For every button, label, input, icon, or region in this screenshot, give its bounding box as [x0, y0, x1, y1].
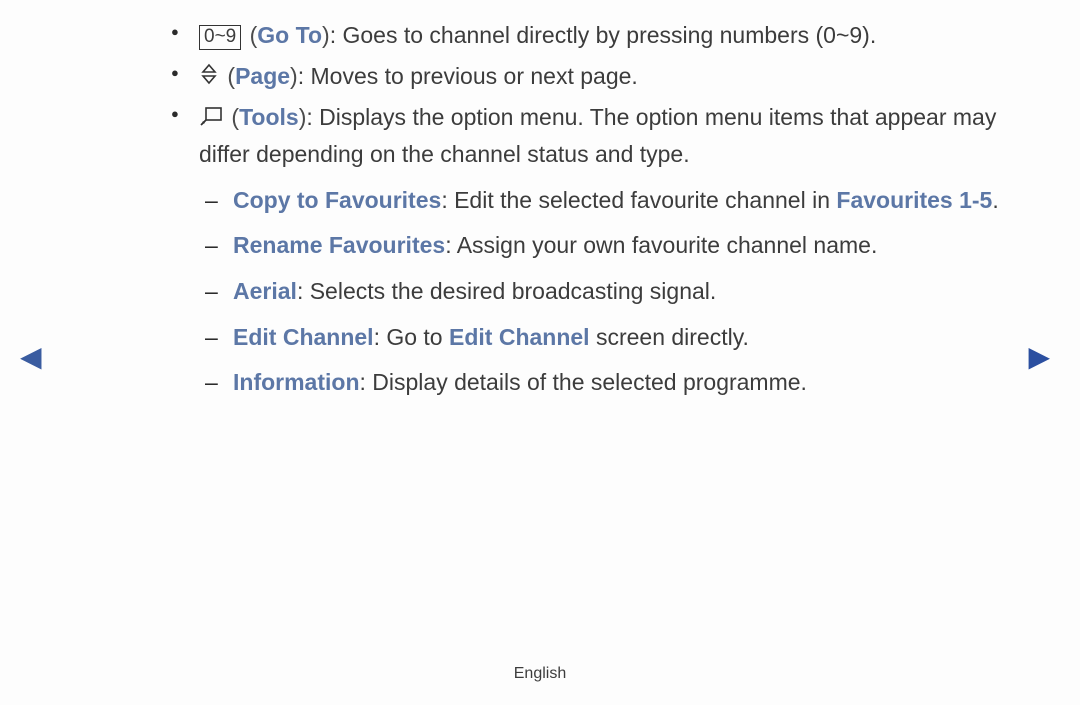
- manual-content: 0~9 (Go To): Goes to channel directly by…: [165, 18, 1005, 411]
- information-label: Information: [233, 369, 360, 395]
- favourites-link: Favourites 1-5: [836, 187, 992, 213]
- paren-close: ): [322, 22, 330, 48]
- tools-label: Tools: [239, 104, 299, 130]
- page-updown-icon: [199, 60, 219, 96]
- edit-channel-link: Edit Channel: [449, 324, 590, 350]
- item-page: (Page): Moves to previous or next page.: [165, 59, 1005, 96]
- information-desc: : Display details of the selected progra…: [360, 369, 807, 395]
- copy-fav-desc-b: .: [992, 187, 998, 213]
- footer-language: English: [0, 662, 1080, 687]
- prev-page-arrow[interactable]: ◀: [20, 335, 42, 378]
- aerial-label: Aerial: [233, 278, 297, 304]
- sub-copy-favourites: Copy to Favourites: Edit the selected fa…: [199, 183, 1005, 219]
- next-page-arrow[interactable]: ▶: [1028, 335, 1050, 378]
- goto-desc: : Goes to channel directly by pressing n…: [330, 22, 877, 48]
- sub-edit-channel: Edit Channel: Go to Edit Channel screen …: [199, 320, 1005, 356]
- goto-label: Go To: [257, 22, 322, 48]
- paren-open: (: [227, 63, 235, 89]
- aerial-desc: : Selects the desired broadcasting signa…: [297, 278, 716, 304]
- edit-channel-desc-b: screen directly.: [590, 324, 749, 350]
- tools-desc: : Displays the option menu. The option m…: [199, 104, 996, 167]
- numbers-box-icon: 0~9: [199, 25, 241, 50]
- rename-fav-label: Rename Favourites: [233, 232, 445, 258]
- sub-rename-favourites: Rename Favourites: Assign your own favou…: [199, 228, 1005, 264]
- tools-icon: [199, 101, 223, 137]
- edit-channel-label: Edit Channel: [233, 324, 374, 350]
- sub-aerial: Aerial: Selects the desired broadcasting…: [199, 274, 1005, 310]
- paren-open: (: [231, 104, 239, 130]
- item-goto: 0~9 (Go To): Goes to channel directly by…: [165, 18, 1005, 54]
- sub-information: Information: Display details of the sele…: [199, 365, 1005, 401]
- paren-close: ): [290, 63, 298, 89]
- copy-fav-desc-a: : Edit the selected favourite channel in: [441, 187, 836, 213]
- rename-fav-desc: : Assign your own favourite channel name…: [445, 232, 877, 258]
- item-tools: (Tools): Displays the option menu. The o…: [165, 100, 1005, 401]
- page-desc: : Moves to previous or next page.: [298, 63, 638, 89]
- copy-fav-label: Copy to Favourites: [233, 187, 441, 213]
- page-label: Page: [235, 63, 290, 89]
- edit-channel-desc-a: : Go to: [374, 324, 449, 350]
